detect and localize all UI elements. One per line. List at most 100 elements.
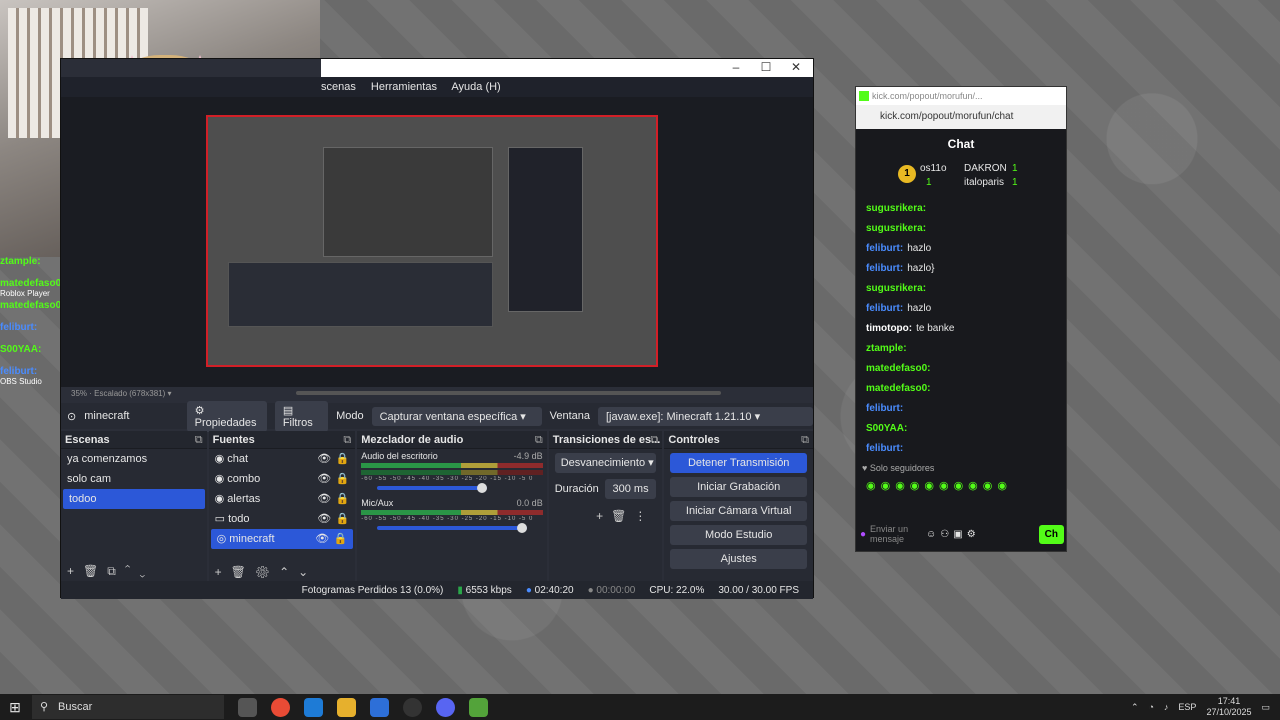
- obs-menubar: scenas Herramientas Ayuda (H): [61, 77, 813, 97]
- menu-tools[interactable]: Herramientas: [371, 81, 437, 93]
- gear-icon[interactable]: ⚙: [967, 529, 976, 540]
- obs-icon[interactable]: [403, 697, 422, 717]
- eye-icon[interactable]: 👁: [317, 449, 331, 469]
- eye-icon[interactable]: 👁: [317, 469, 331, 489]
- chat-username[interactable]: sugusrikera:: [866, 283, 926, 294]
- emoji-icon[interactable]: ☺: [926, 529, 936, 540]
- sources-toolbar[interactable]: +🗑⚙⌃⌄: [215, 565, 318, 579]
- window-select[interactable]: [javaw.exe]: Minecraft 1.21.10 ▾: [597, 406, 813, 426]
- eye-icon[interactable]: 👁: [315, 529, 329, 549]
- volume-slider[interactable]: [377, 523, 528, 533]
- windows-start-icon[interactable]: ⊞: [0, 699, 30, 716]
- settings-button[interactable]: Ajustes: [670, 549, 807, 569]
- undock-icon[interactable]: ⧉: [801, 431, 809, 449]
- minimize-icon[interactable]: –: [721, 60, 751, 74]
- transition-select[interactable]: Desvanecimiento ▾: [554, 453, 657, 473]
- obs-preview[interactable]: [61, 97, 813, 387]
- chat-username[interactable]: sugusrikera:: [866, 223, 926, 234]
- chat-text: hazlo}: [907, 263, 935, 274]
- volume-icon[interactable]: ♪: [1164, 702, 1169, 712]
- scenes-toolbar[interactable]: +🗑⧉⌃⌄: [67, 564, 154, 579]
- kick-url-bar[interactable]: kick.com/popout/morufun/chat: [856, 105, 1066, 129]
- wifi-icon[interactable]: ◔: [1148, 702, 1153, 712]
- send-button[interactable]: Ch: [1038, 524, 1064, 544]
- scene-item[interactable]: solo cam: [61, 469, 207, 489]
- lock-icon[interactable]: 🔒: [336, 509, 350, 529]
- chrome-icon[interactable]: [271, 697, 290, 717]
- lock-icon[interactable]: 🔒: [334, 529, 348, 549]
- preview-zoom: 35% · Escalado (678x381) ▾: [71, 389, 172, 398]
- source-item[interactable]: ▭ todo 👁 🔒: [209, 509, 356, 529]
- source-item[interactable]: ◉ alertas 👁 🔒: [209, 489, 356, 509]
- language-indicator[interactable]: ESP: [1178, 702, 1196, 712]
- store-icon[interactable]: [370, 697, 389, 717]
- stream-time: ● 02:40:20: [525, 584, 574, 596]
- preview-canvas[interactable]: [206, 115, 658, 367]
- chat-input[interactable]: Enviar un mensaje: [870, 524, 922, 544]
- nested-obs: [228, 262, 493, 327]
- start-recording-button[interactable]: Iniciar Grabación: [670, 477, 807, 497]
- chat-username[interactable]: feliburt:: [866, 443, 903, 454]
- studio-mode-button[interactable]: Modo Estudio: [670, 525, 807, 545]
- taskbar-search[interactable]: ⚲ Buscar: [32, 695, 224, 719]
- chat-username[interactable]: sugusrikera:: [866, 203, 926, 214]
- taskbar-apps: [238, 697, 488, 717]
- close-icon[interactable]: ✕: [781, 60, 811, 74]
- filters-button[interactable]: ▤ Filtros: [274, 400, 329, 432]
- stop-stream-button[interactable]: Detener Transmisión: [670, 453, 807, 473]
- task-view-icon[interactable]: [238, 697, 257, 717]
- eye-icon[interactable]: 👁: [317, 509, 331, 529]
- notification-icon[interactable]: ▭: [1261, 702, 1270, 713]
- users-icon[interactable]: ⚇: [940, 529, 949, 540]
- source-toolbar: ⊙ minecraft ⚙ Propiedades ▤ Filtros Modo…: [61, 400, 813, 432]
- gift-icon[interactable]: ▣: [953, 529, 962, 540]
- gifter-name[interactable]: os11o: [920, 163, 947, 174]
- chat-username[interactable]: feliburt:: [866, 403, 903, 414]
- undock-icon[interactable]: ⧉: [343, 431, 351, 449]
- source-item-selected[interactable]: ◎ minecraft 👁 🔒: [210, 529, 354, 549]
- scenes-dock: Escenas ⧉ ya comenzamos solo cam todoo +🗑…: [61, 431, 207, 581]
- transition-toolbar[interactable]: +🗑⋮: [549, 501, 663, 523]
- chat-username[interactable]: matedefaso0:: [866, 383, 930, 394]
- undock-icon[interactable]: ⧉: [195, 431, 203, 449]
- tray-chevron-icon[interactable]: ⌃: [1131, 702, 1139, 713]
- mode-select[interactable]: Capturar ventana específica ▾: [371, 406, 542, 426]
- undock-icon[interactable]: ⧉: [535, 431, 543, 449]
- copilot-icon[interactable]: [304, 697, 323, 717]
- volume-slider[interactable]: [377, 483, 488, 493]
- chat-username[interactable]: matedefaso0:: [866, 363, 930, 374]
- chat-username[interactable]: feliburt:: [866, 303, 903, 314]
- chat-username[interactable]: S00YAA:: [866, 423, 907, 434]
- lock-icon[interactable]: 🔒: [336, 489, 350, 509]
- menu-scenes[interactable]: scenas: [321, 81, 356, 93]
- eye-icon[interactable]: 👁: [317, 489, 331, 509]
- gifter-name[interactable]: DAKRON: [964, 163, 1007, 174]
- virtual-camera-button[interactable]: Iniciar Cámara Virtual: [670, 501, 807, 521]
- emote-bar[interactable]: ◉◉◉◉◉◉◉◉◉◉: [856, 477, 1066, 494]
- source-item[interactable]: ◉ combo 👁 🔒: [209, 469, 356, 489]
- chat-username[interactable]: timotopo:: [866, 323, 912, 334]
- clock[interactable]: 17:41 27/10/2025: [1206, 696, 1251, 718]
- chat-message: feliburt:: [856, 399, 1066, 419]
- scene-item-selected[interactable]: todoo: [63, 489, 205, 509]
- minecraft-icon[interactable]: [469, 697, 488, 717]
- chat-username[interactable]: feliburt:: [866, 263, 903, 274]
- preview-scrollbar[interactable]: [296, 391, 721, 395]
- lock-icon[interactable]: 🔒: [336, 469, 350, 489]
- properties-button[interactable]: ⚙ Propiedades: [186, 400, 267, 432]
- chat-username[interactable]: feliburt:: [866, 243, 903, 254]
- gifter-name[interactable]: italoparis: [964, 177, 1004, 188]
- source-item[interactable]: ◉ chat 👁 🔒: [209, 449, 356, 469]
- undock-icon[interactable]: ⧉: [651, 431, 659, 449]
- menu-help[interactable]: Ayuda (H): [451, 81, 500, 93]
- lock-icon[interactable]: 🔒: [336, 449, 350, 469]
- maximize-icon[interactable]: ☐: [751, 60, 781, 74]
- duration-stepper[interactable]: 300 ms: [604, 479, 657, 499]
- scene-item[interactable]: ya comenzamos: [61, 449, 207, 469]
- nested-preview: [323, 147, 493, 257]
- mic-icon[interactable]: ●: [860, 529, 866, 540]
- file-explorer-icon[interactable]: [337, 697, 356, 717]
- obs-titlebar: – ☐ ✕: [321, 59, 813, 77]
- chat-username[interactable]: ztample:: [866, 343, 907, 354]
- discord-icon[interactable]: [436, 697, 455, 717]
